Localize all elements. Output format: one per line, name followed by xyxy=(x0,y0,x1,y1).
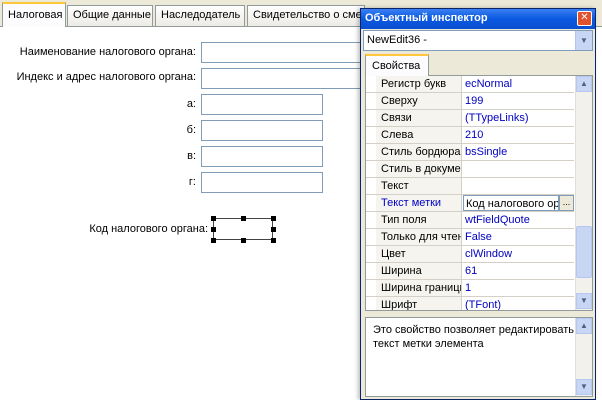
desc-scroll-up-icon[interactable]: ▲ xyxy=(576,318,592,334)
scroll-thumb[interactable] xyxy=(576,226,592,278)
property-value[interactable]: 199 xyxy=(463,93,574,109)
property-name: Стиль в документе xyxy=(376,161,462,177)
selected-object-text: NewEdit36 - xyxy=(367,34,427,46)
line-a-input[interactable] xyxy=(201,94,323,115)
resize-handle-l[interactable] xyxy=(211,227,216,232)
resize-handle-br[interactable] xyxy=(271,238,276,243)
property-description: Это свойство позволяет редактировать тек… xyxy=(365,317,593,397)
property-row[interactable]: Стиль бордюра bsSingle xyxy=(366,144,574,161)
line-g-input[interactable] xyxy=(201,172,323,193)
property-row[interactable]: Цвет clWindow xyxy=(366,246,574,263)
description-text: Это свойство позволяет редактировать тек… xyxy=(373,324,574,350)
property-name: Регистр букв xyxy=(376,76,462,92)
scroll-down-icon[interactable]: ▼ xyxy=(576,293,592,309)
tab-tax[interactable]: Налоговая xyxy=(2,2,66,27)
property-name: Текст xyxy=(376,178,462,194)
property-value[interactable]: False xyxy=(463,229,574,245)
tax-address-input[interactable] xyxy=(201,68,371,89)
property-value[interactable]: wtFieldQuote xyxy=(463,212,574,228)
chevron-down-icon[interactable]: ▼ xyxy=(575,31,592,50)
line-g-label: г: xyxy=(188,176,196,188)
property-name: Связи xyxy=(376,110,462,126)
property-value[interactable]: (TFont) xyxy=(463,297,574,310)
property-name: Слева xyxy=(376,127,462,143)
property-value-editor[interactable]: Код налогового органа: xyxy=(463,195,559,211)
scroll-up-icon[interactable]: ▲ xyxy=(576,76,592,92)
property-value[interactable] xyxy=(463,161,574,177)
property-row[interactable]: Ширина границы 1 xyxy=(366,280,574,297)
property-name: Текст метки xyxy=(376,195,462,211)
line-v-label: в: xyxy=(187,150,196,162)
property-row[interactable]: Только для чтенияFalse xyxy=(366,229,574,246)
tab-testator[interactable]: Наследодатель xyxy=(155,5,245,26)
property-value[interactable]: ecNormal xyxy=(463,76,574,92)
resize-handle-t[interactable] xyxy=(241,216,246,221)
property-name: Ширина xyxy=(376,263,462,279)
tab-properties[interactable]: Свойства xyxy=(365,54,429,76)
tax-code-input[interactable] xyxy=(213,218,273,240)
object-inspector-window: Объектный инспектор ✕ NewEdit36 - ▼ Свой… xyxy=(360,8,596,400)
ellipsis-button[interactable]: ... xyxy=(559,195,574,211)
tax-address-label: Индекс и адрес налогового органа: xyxy=(16,71,196,83)
description-scrollbar[interactable]: ▲ ▼ xyxy=(575,318,592,396)
property-name: Только для чтения xyxy=(376,229,462,245)
property-name: Цвет xyxy=(376,246,462,262)
property-row[interactable]: Тип поля wtFieldQuote xyxy=(366,212,574,229)
property-row[interactable]: Сверху 199 xyxy=(366,93,574,110)
tax-name-input[interactable] xyxy=(201,42,371,63)
property-row[interactable]: Слева 210 xyxy=(366,127,574,144)
resize-handle-tr[interactable] xyxy=(271,216,276,221)
line-v-input[interactable] xyxy=(201,146,323,167)
property-value[interactable]: 210 xyxy=(463,127,574,143)
property-row[interactable]: Регистр букв ecNormal xyxy=(366,76,574,93)
property-value[interactable]: 61 xyxy=(463,263,574,279)
property-name: Стиль бордюра xyxy=(376,144,462,160)
line-b-input[interactable] xyxy=(201,120,323,141)
property-name: Шрифт xyxy=(376,297,462,310)
object-selector[interactable]: NewEdit36 - ▼ xyxy=(363,30,593,51)
property-value[interactable]: clWindow xyxy=(463,246,574,262)
close-icon[interactable]: ✕ xyxy=(577,11,592,26)
property-value[interactable]: 1 xyxy=(463,280,574,296)
property-value[interactable]: bsSingle xyxy=(463,144,574,160)
property-row[interactable]: Стиль в документе xyxy=(366,161,574,178)
resize-handle-tl[interactable] xyxy=(211,216,216,221)
property-row[interactable]: Ширина 61 xyxy=(366,263,574,280)
resize-handle-r[interactable] xyxy=(271,227,276,232)
property-row[interactable]: Связи (TTypeLinks) xyxy=(366,110,574,127)
property-name: Ширина границы xyxy=(376,280,462,296)
tab-death-certificate[interactable]: Свидетельство о смерти xyxy=(247,5,365,26)
property-row[interactable]: Шрифт (TFont) xyxy=(366,297,574,310)
inspector-title-text: Объектный инспектор xyxy=(365,12,488,24)
property-row[interactable]: Текст xyxy=(366,178,574,195)
line-b-label: б: xyxy=(186,124,196,136)
property-scrollbar[interactable]: ▲ ▼ xyxy=(575,76,592,310)
tab-general-data[interactable]: Общие данные xyxy=(67,5,153,26)
tax-code-label: Код налогового органа: xyxy=(89,223,208,235)
property-row[interactable]: Текст меткиКод налогового органа:... xyxy=(366,195,574,212)
resize-handle-b[interactable] xyxy=(241,238,246,243)
property-grid: Регистр букв ecNormal Сверху 199 Связи (TType… xyxy=(365,75,593,311)
desc-scroll-down-icon[interactable]: ▼ xyxy=(576,379,592,395)
tax-name-label: Наименование налогового органа: xyxy=(19,46,196,58)
resize-handle-bl[interactable] xyxy=(211,238,216,243)
inspector-title: Объектный инспектор ✕ xyxy=(361,9,595,29)
line-a-label: а: xyxy=(186,98,196,110)
property-value[interactable] xyxy=(463,178,574,194)
property-name: Сверху xyxy=(376,93,462,109)
property-name: Тип поля xyxy=(376,212,462,228)
property-value[interactable]: (TTypeLinks) xyxy=(463,110,574,126)
